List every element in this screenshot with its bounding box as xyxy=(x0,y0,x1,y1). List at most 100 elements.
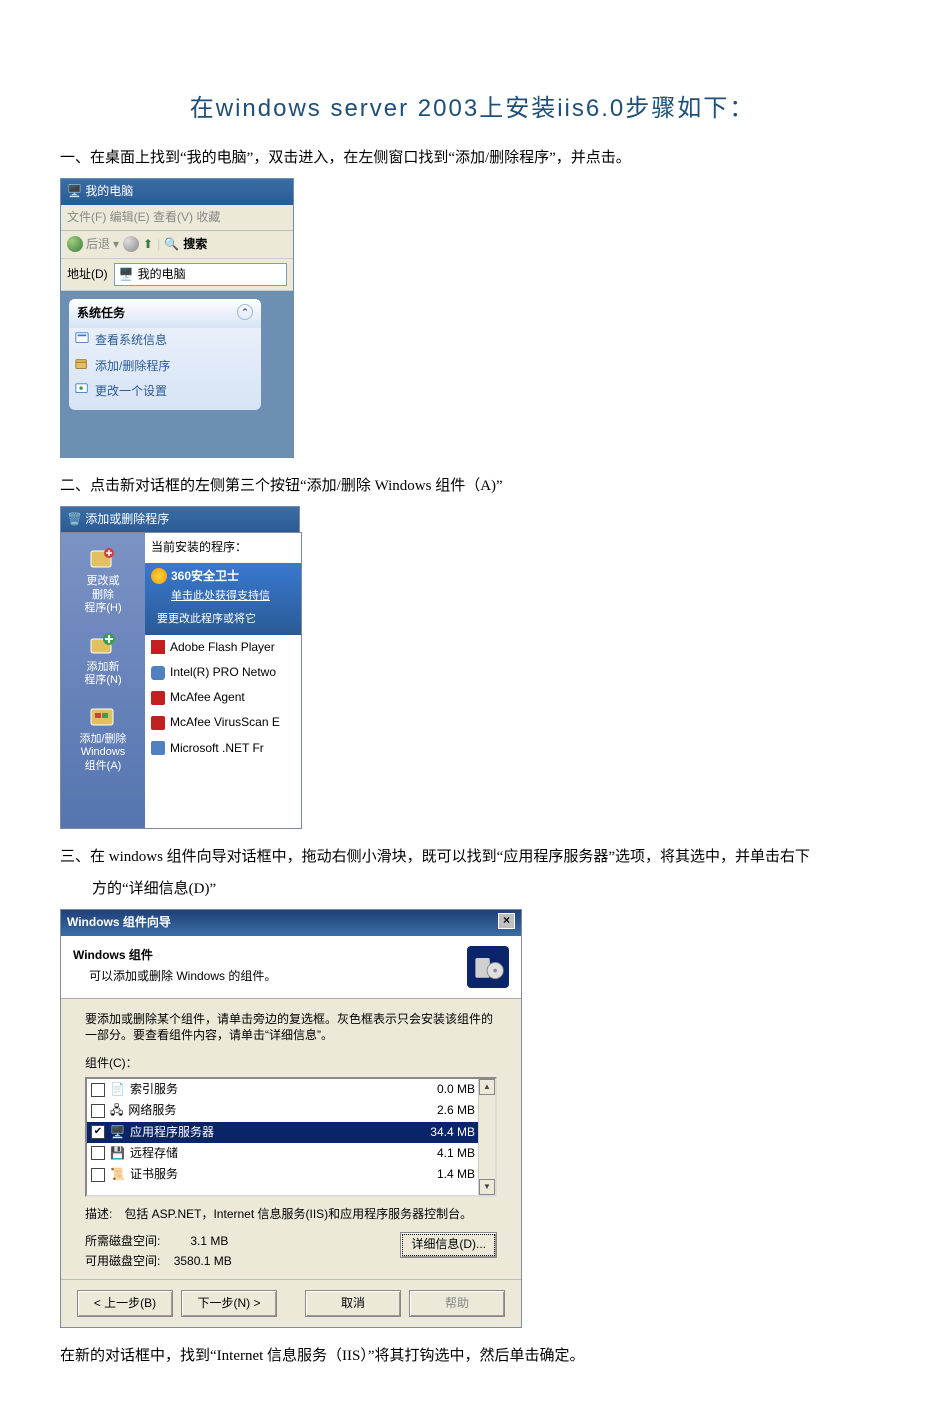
component-row-selected[interactable]: ✔ 🖥️ 应用程序服务器 34.4 MB xyxy=(87,1122,495,1143)
back-icon xyxy=(67,236,83,252)
checkbox[interactable] xyxy=(91,1104,105,1118)
program-row[interactable]: McAfee Agent xyxy=(145,685,301,710)
wizard-instruction: 要添加或删除某个组件，请单击旁边的复选框。灰色框表示只会安装该组件的一部分。要查… xyxy=(85,1011,497,1045)
component-name: 应用程序服务器 xyxy=(130,1123,214,1142)
row-label: Microsoft .NET Fr xyxy=(170,739,264,758)
fig1-addressbar: 地址(D) 🖥️ 我的电脑 xyxy=(61,259,293,291)
task-change-setting[interactable]: 更改一个设置 xyxy=(69,379,261,404)
scroll-up-icon[interactable]: ▲ xyxy=(479,1079,495,1095)
component-row[interactable]: 💾 远程存储 4.1 MB xyxy=(87,1143,495,1164)
sidebar-add-new[interactable]: 添加新 程序(N) xyxy=(61,625,145,697)
up-icon[interactable]: ⬆ xyxy=(143,235,153,254)
intel-icon xyxy=(151,666,165,680)
checkbox[interactable] xyxy=(91,1168,105,1182)
tasks-header-label: 系统任务 xyxy=(77,304,125,323)
support-link[interactable]: 单击此处获得支持信 xyxy=(151,586,295,606)
task-link-label: 更改一个设置 xyxy=(95,384,167,398)
component-row[interactable]: 📄 索引服务 0.0 MB xyxy=(87,1079,495,1100)
component-row[interactable]: 📜 证书服务 1.4 MB xyxy=(87,1164,495,1185)
fig2-main: 当前安装的程序： 360安全卫士 单击此处获得支持信 要更改此程序或将它 Ado… xyxy=(145,533,301,828)
wizard-subheading: 可以添加或删除 Windows 的组件。 xyxy=(73,967,276,986)
scrollbar[interactable]: ▲ ▼ xyxy=(478,1079,495,1195)
program-row[interactable]: Adobe Flash Player xyxy=(145,635,301,660)
chevron-up-icon: ⌃ xyxy=(237,304,253,320)
system-tasks-pane: 系统任务 ⌃ 查看系统信息 添加/删除程序 xyxy=(69,299,261,410)
fig1-menubar[interactable]: 文件(F) 编辑(E) 查看(V) 收藏 xyxy=(61,205,293,231)
search-icon[interactable]: 🔍 xyxy=(164,235,179,254)
program-row[interactable]: McAfee VirusScan E xyxy=(145,710,301,735)
sb-label: 添加/删除 Windows 组件(A) xyxy=(79,733,126,771)
change-program-text: 要更改此程序或将它 xyxy=(151,605,295,631)
component-name: 网络服务 xyxy=(128,1101,176,1120)
step-2: 二、点击新对话框的左侧第三个按钮“添加/删除 Windows 组件（A)” xyxy=(60,474,885,498)
task-add-remove-programs[interactable]: 添加/删除程序 xyxy=(69,354,261,379)
checkbox-checked[interactable]: ✔ xyxy=(91,1125,105,1139)
components-label: 组件(C)： xyxy=(85,1054,497,1073)
task-link-label: 查看系统信息 xyxy=(95,333,167,347)
program-selected-name: 360安全卫士 xyxy=(151,567,295,586)
details-button[interactable]: 详细信息(D)... xyxy=(400,1232,497,1257)
fig1-titlebar: 🖥️ 我的电脑 xyxy=(61,179,293,204)
sb-label: 添加新 程序(N) xyxy=(84,661,121,686)
row-label: Adobe Flash Player xyxy=(170,638,275,657)
scroll-down-icon[interactable]: ▼ xyxy=(479,1179,495,1195)
cancel-button[interactable]: 取消 xyxy=(305,1290,401,1317)
row-label: McAfee Agent xyxy=(170,688,245,707)
space-avail-label: 可用磁盘空间: xyxy=(85,1254,160,1268)
program-row[interactable]: Intel(R) PRO Netwo xyxy=(145,660,301,685)
disk-space: 所需磁盘空间: 3.1 MB 可用磁盘空间: 3580.1 MB 详细信息(D)… xyxy=(85,1232,497,1270)
row-label: Intel(R) PRO Netwo xyxy=(170,663,276,682)
change-remove-icon xyxy=(87,545,119,573)
fig1-title-text: 我的电脑 xyxy=(85,184,133,198)
component-size: 2.6 MB xyxy=(437,1101,475,1120)
sidebar-change-remove[interactable]: 更改或 删除 程序(H) xyxy=(61,539,145,625)
components-listbox[interactable]: 📄 索引服务 0.0 MB 🖧 网络服务 2.6 MB ✔ 🖥️ 应用程序服务器 xyxy=(85,1077,497,1197)
sidebar-windows-components[interactable]: 添加/删除 Windows 组件(A) xyxy=(61,697,145,783)
component-name: 远程存储 xyxy=(130,1144,178,1163)
help-button[interactable]: 帮助 xyxy=(409,1290,505,1317)
space-avail-value: 3580.1 MB xyxy=(174,1254,232,1268)
cert-icon: 📜 xyxy=(110,1165,125,1184)
component-name: 索引服务 xyxy=(130,1080,178,1099)
component-description: 描述: 包括 ASP.NET，Internet 信息服务(IIS)和应用程序服务… xyxy=(85,1205,497,1224)
wizard-buttonbar: < 上一步(B) 下一步(N) > 取消 帮助 xyxy=(61,1279,521,1327)
package-icon xyxy=(75,357,89,371)
sel-name-text: 360安全卫士 xyxy=(171,567,239,586)
fig1-window: 🖥️ 我的电脑 文件(F) 编辑(E) 查看(V) 收藏 后退 ▾ ⬆ | 🔍 … xyxy=(60,178,294,458)
task-view-sysinfo[interactable]: 查看系统信息 xyxy=(69,328,261,353)
checkbox[interactable] xyxy=(91,1146,105,1160)
fig2-title-text: 添加或删除程序 xyxy=(85,512,169,526)
info-icon xyxy=(75,331,89,345)
fig3-title-text: Windows 组件向导 xyxy=(67,913,171,932)
fig2-titlebar: 🗑️ 添加或删除程序 xyxy=(60,506,300,532)
space-req-value: 3.1 MB xyxy=(190,1234,228,1248)
next-button[interactable]: 下一步(N) > xyxy=(181,1290,277,1317)
component-size: 1.4 MB xyxy=(437,1165,475,1184)
fig3-body: 要添加或删除某个组件，请单击旁边的复选框。灰色框表示只会安装该组件的一部分。要查… xyxy=(61,999,521,1279)
space-req-label: 所需磁盘空间: xyxy=(85,1234,160,1248)
wizard-heading: Windows 组件 xyxy=(73,946,276,965)
add-new-icon xyxy=(87,631,119,659)
search-label[interactable]: 搜索 xyxy=(183,235,207,254)
desc-text: 包括 ASP.NET，Internet 信息服务(IIS)和应用程序服务器控制台… xyxy=(124,1205,497,1224)
flash-icon xyxy=(151,640,165,654)
addremove-icon: 🗑️ xyxy=(67,512,82,526)
task-link-label: 添加/删除程序 xyxy=(95,359,170,373)
back-label: 后退 xyxy=(86,235,110,254)
forward-icon[interactable] xyxy=(123,236,139,252)
fig1-toolbar: 后退 ▾ ⬆ | 🔍 搜索 xyxy=(61,231,293,259)
component-row[interactable]: 🖧 网络服务 2.6 MB xyxy=(87,1100,495,1121)
fig3-wizard: Windows 组件向导 × Windows 组件 可以添加或删除 Window… xyxy=(60,909,522,1328)
remote-storage-icon: 💾 xyxy=(110,1144,125,1163)
system-tasks-header[interactable]: 系统任务 ⌃ xyxy=(69,299,261,328)
program-selected[interactable]: 360安全卫士 单击此处获得支持信 要更改此程序或将它 xyxy=(145,563,301,635)
back-button[interactable]: 后退 ▾ xyxy=(67,235,119,254)
component-size: 0.0 MB xyxy=(437,1080,475,1099)
address-input[interactable]: 🖥️ 我的电脑 xyxy=(114,263,287,286)
fig3-titlebar: Windows 组件向导 × xyxy=(61,910,521,935)
back-button[interactable]: < 上一步(B) xyxy=(77,1290,173,1317)
checkbox[interactable] xyxy=(91,1083,105,1097)
close-icon[interactable]: × xyxy=(498,913,515,929)
program-row[interactable]: Microsoft .NET Fr xyxy=(145,736,301,761)
mcafee-icon xyxy=(151,716,165,730)
